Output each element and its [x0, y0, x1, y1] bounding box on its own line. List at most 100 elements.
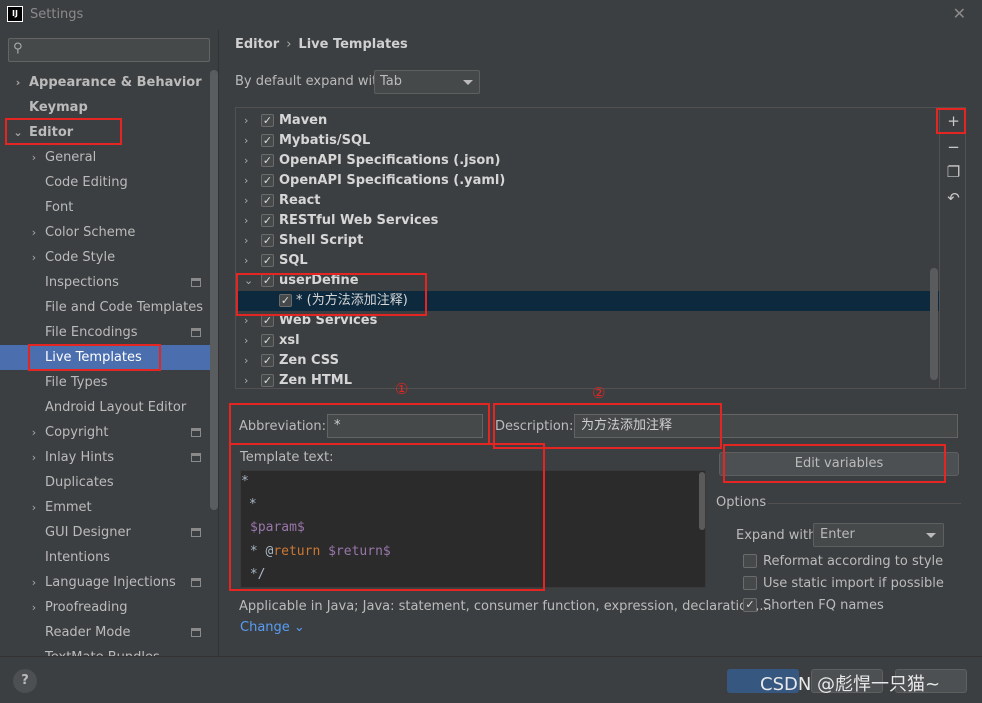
template-group-shell-script[interactable]: › ✓ Shell Script — [236, 231, 939, 251]
templates-scrollbar[interactable] — [930, 268, 938, 380]
chevron-right-icon[interactable]: › — [244, 211, 248, 231]
template-group-mybatis-sql[interactable]: › ✓ Mybatis/SQL — [236, 131, 939, 151]
settings-search-input[interactable]: ⚲ — [8, 38, 210, 62]
chevron-right-icon[interactable]: › — [244, 371, 248, 391]
chevron-right-icon[interactable]: › — [28, 495, 40, 520]
sidebar-item-general[interactable]: › General — [0, 145, 210, 170]
template-group-web-services[interactable]: › ✓ Web Services — [236, 311, 939, 331]
sidebar-item-proofreading[interactable]: › Proofreading — [0, 595, 210, 620]
sidebar-item-inspections[interactable]: Inspections — [0, 270, 210, 295]
description-input[interactable]: 为方法添加注释 — [574, 414, 958, 438]
sidebar-item-appearance-behavior[interactable]: › Appearance & Behavior — [0, 70, 210, 95]
template-group-sql[interactable]: › ✓ SQL — [236, 251, 939, 271]
chevron-right-icon[interactable]: › — [244, 151, 248, 171]
chevron-right-icon[interactable]: › — [28, 245, 40, 270]
chevron-right-icon[interactable]: › — [12, 70, 24, 95]
sidebar-item-textmate-bundles[interactable]: TextMate Bundles — [0, 645, 210, 656]
template-group-maven[interactable]: › ✓ Maven — [236, 111, 939, 131]
settings-tree: › Appearance & Behavior Keymap ⌄ Editor … — [0, 70, 210, 656]
template-group-checkbox[interactable]: ✓ — [261, 274, 274, 287]
sidebar-scrollbar[interactable] — [210, 70, 218, 510]
sidebar-item-intentions[interactable]: Intentions — [0, 545, 210, 570]
template-group-openapi-yaml[interactable]: › ✓ OpenAPI Specifications (.yaml) — [236, 171, 939, 191]
template-group-checkbox[interactable]: ✓ — [261, 214, 274, 227]
sidebar-item-file-types[interactable]: File Types — [0, 370, 210, 395]
remove-icon[interactable]: − — [940, 135, 967, 159]
sidebar-item-keymap[interactable]: Keymap — [0, 95, 210, 120]
chevron-right-icon[interactable]: › — [244, 191, 248, 211]
templates-list: › ✓ Maven › ✓ Mybatis/SQL › ✓ OpenAPI Sp… — [235, 107, 966, 389]
expand-with-option-select[interactable]: Enter — [813, 523, 944, 547]
template-group-checkbox[interactable]: ✓ — [261, 154, 274, 167]
sidebar-item-live-templates[interactable]: Live Templates — [0, 345, 210, 370]
chevron-down-icon[interactable]: ⌄ — [244, 271, 253, 291]
template-group-checkbox[interactable]: ✓ — [261, 254, 274, 267]
template-group-checkbox[interactable]: ✓ — [261, 374, 274, 387]
chevron-right-icon[interactable]: › — [28, 145, 40, 170]
template-group-checkbox[interactable]: ✓ — [261, 114, 274, 127]
sidebar-item-reader-mode[interactable]: Reader Mode — [0, 620, 210, 645]
sidebar-item-copyright[interactable]: › Copyright — [0, 420, 210, 445]
edit-variables-button[interactable]: Edit variables — [719, 452, 959, 476]
template-group-checkbox[interactable]: ✓ — [261, 194, 274, 207]
sidebar-item-code-style[interactable]: › Code Style — [0, 245, 210, 270]
add-icon[interactable]: + — [940, 109, 967, 133]
sidebar-item-gui-designer[interactable]: GUI Designer — [0, 520, 210, 545]
sidebar-item-code-editing[interactable]: Code Editing — [0, 170, 210, 195]
intellij-logo-icon: IJ — [7, 6, 23, 22]
shorten-fq-checkbox[interactable]: ✓ — [743, 598, 757, 612]
editor-scrollbar[interactable] — [699, 472, 705, 530]
chevron-down-icon[interactable]: ⌄ — [12, 120, 24, 145]
template-group-zen-css[interactable]: › ✓ Zen CSS — [236, 351, 939, 371]
chevron-right-icon[interactable]: › — [244, 331, 248, 351]
template-group-checkbox[interactable]: ✓ — [261, 354, 274, 367]
sidebar-item-color-scheme[interactable]: › Color Scheme — [0, 220, 210, 245]
sidebar-item-editor[interactable]: ⌄ Editor — [0, 120, 210, 145]
abbreviation-input[interactable]: * — [327, 414, 483, 438]
sidebar-item-emmet[interactable]: › Emmet — [0, 495, 210, 520]
change-contexts-link[interactable]: Change ⌄ — [240, 620, 305, 635]
template-group-checkbox[interactable]: ✓ — [261, 134, 274, 147]
chevron-right-icon[interactable]: › — [244, 351, 248, 371]
chevron-right-icon[interactable]: › — [244, 311, 248, 331]
reformat-checkbox[interactable] — [743, 554, 757, 568]
sidebar-item-font[interactable]: Font — [0, 195, 210, 220]
sidebar-divider — [218, 30, 219, 656]
breadcrumb-parent[interactable]: Editor — [235, 37, 279, 52]
template-group-restful[interactable]: › ✓ RESTful Web Services — [236, 211, 939, 231]
chevron-right-icon[interactable]: › — [244, 251, 248, 271]
close-icon[interactable]: ✕ — [953, 4, 966, 23]
chevron-right-icon[interactable]: › — [28, 445, 40, 470]
expand-with-select[interactable]: Tab — [374, 70, 480, 94]
chevron-right-icon[interactable]: › — [28, 420, 40, 445]
sidebar-item-duplicates[interactable]: Duplicates — [0, 470, 210, 495]
restore-icon[interactable]: ↶ — [940, 186, 967, 210]
template-group-xsl[interactable]: › ✓ xsl — [236, 331, 939, 351]
template-group-checkbox[interactable]: ✓ — [261, 314, 274, 327]
chevron-right-icon[interactable]: › — [28, 220, 40, 245]
help-button[interactable]: ? — [13, 669, 37, 693]
sidebar-item-file-encodings[interactable]: File Encodings — [0, 320, 210, 345]
template-group-userdefine[interactable]: ⌄ ✓ userDefine — [236, 271, 939, 291]
template-group-react[interactable]: › ✓ React — [236, 191, 939, 211]
template-group-openapi-json[interactable]: › ✓ OpenAPI Specifications (.json) — [236, 151, 939, 171]
template-group-zen-html[interactable]: › ✓ Zen HTML — [236, 371, 939, 391]
template-item-method-comment[interactable]: ✓ * (为方法添加注释) — [236, 291, 939, 311]
sidebar-item-inlay-hints[interactable]: › Inlay Hints — [0, 445, 210, 470]
chevron-right-icon[interactable]: › — [28, 570, 40, 595]
template-text-editor[interactable]: * * $param$ * @return $return$ */ — [240, 470, 706, 588]
sidebar-item-android-layout-editor[interactable]: Android Layout Editor — [0, 395, 210, 420]
sidebar-item-file-code-templates[interactable]: File and Code Templates — [0, 295, 210, 320]
chevron-right-icon[interactable]: › — [244, 231, 248, 251]
chevron-right-icon[interactable]: › — [28, 595, 40, 620]
static-import-checkbox[interactable] — [743, 576, 757, 590]
sidebar-item-language-injections[interactable]: › Language Injections — [0, 570, 210, 595]
copy-icon[interactable]: ❐ — [940, 160, 967, 184]
chevron-right-icon[interactable]: › — [244, 131, 248, 151]
chevron-right-icon[interactable]: › — [244, 111, 248, 131]
template-item-checkbox[interactable]: ✓ — [279, 294, 292, 307]
template-group-checkbox[interactable]: ✓ — [261, 334, 274, 347]
template-group-checkbox[interactable]: ✓ — [261, 174, 274, 187]
template-group-checkbox[interactable]: ✓ — [261, 234, 274, 247]
chevron-right-icon[interactable]: › — [244, 171, 248, 191]
